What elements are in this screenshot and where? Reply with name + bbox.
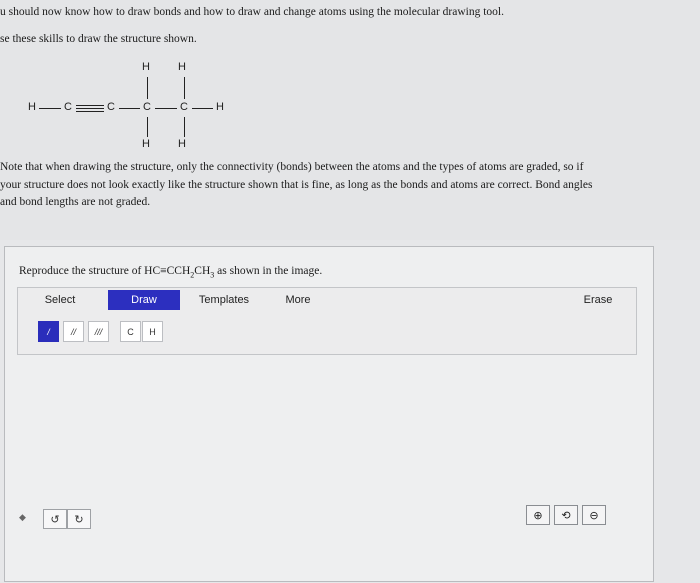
hydrogen-atom-tool[interactable]: H — [142, 321, 163, 342]
note-line-1: Note that when drawing the structure, on… — [0, 161, 584, 173]
note-line-2: your structure does not look exactly lik… — [0, 179, 593, 191]
atom-c4: C — [180, 101, 188, 113]
marker-icon: ◆ — [19, 513, 26, 523]
tab-more[interactable]: More — [270, 290, 326, 310]
prompt-text-mid: CH — [194, 265, 211, 277]
drawing-toolbar: Select Draw Templates More Erase / // //… — [17, 287, 637, 355]
erase-button[interactable]: Erase — [570, 290, 626, 310]
atom-h-top-2: H — [178, 61, 186, 73]
bond-triple-2 — [76, 108, 104, 109]
atom-c3: C — [143, 101, 151, 113]
atom-h-bottom-1: H — [142, 138, 150, 150]
double-bond-tool[interactable]: // — [63, 321, 84, 342]
instruction-line-2: se these skills to draw the structure sh… — [0, 33, 197, 45]
atom-h-bottom-2: H — [178, 138, 186, 150]
bond-c4-h-top — [184, 77, 185, 99]
prompt-text-start: Reproduce the structure of HC≡CCH — [19, 265, 191, 277]
bond-c4-h-bottom — [184, 117, 185, 137]
single-bond-tool[interactable]: / — [38, 321, 59, 342]
triple-bond-tool[interactable]: /// — [88, 321, 109, 342]
atom-h-right: H — [216, 101, 224, 113]
carbon-atom-tool[interactable]: C — [120, 321, 141, 342]
tab-templates[interactable]: Templates — [188, 290, 260, 310]
instruction-line-1: u should now know how to draw bonds and … — [0, 6, 504, 18]
zoom-in-button[interactable]: ⊕ — [526, 505, 550, 525]
bond-h-c1 — [39, 108, 61, 109]
bond-triple-1 — [76, 105, 104, 106]
undo-button[interactable]: ↺ — [43, 509, 67, 529]
bond-triple-3 — [76, 111, 104, 112]
prompt-text-end: as shown in the image. — [214, 265, 323, 277]
zoom-out-button[interactable]: ⊖ — [582, 505, 606, 525]
tab-draw[interactable]: Draw — [108, 290, 180, 310]
reset-zoom-button[interactable]: ⟲ — [554, 505, 578, 525]
bond-c3-c4 — [155, 108, 177, 109]
structure-diagram: H C C C C H H H H H — [0, 55, 260, 155]
note-line-3: and bond lengths are not graded. — [0, 196, 151, 208]
bond-c2-c3 — [119, 108, 140, 109]
tab-select[interactable]: Select — [26, 290, 94, 310]
bond-c3-h-bottom — [147, 117, 148, 137]
bond-c3-h-top — [147, 77, 148, 99]
atom-h-top-1: H — [142, 61, 150, 73]
drawing-panel: Reproduce the structure of HC≡CCH2CH3 as… — [4, 246, 654, 582]
redo-button[interactable]: ↻ — [67, 509, 91, 529]
instructions-area: u should now know how to draw bonds and … — [0, 0, 700, 240]
drawing-canvas[interactable] — [17, 357, 637, 567]
question-prompt: Reproduce the structure of HC≡CCH2CH3 as… — [19, 265, 322, 279]
toolbar-tabs: Select Draw Templates More Erase — [18, 288, 636, 312]
atom-c1: C — [64, 101, 72, 113]
bond-c4-h — [192, 108, 213, 109]
atom-c2: C — [107, 101, 115, 113]
atom-h-left: H — [28, 101, 36, 113]
